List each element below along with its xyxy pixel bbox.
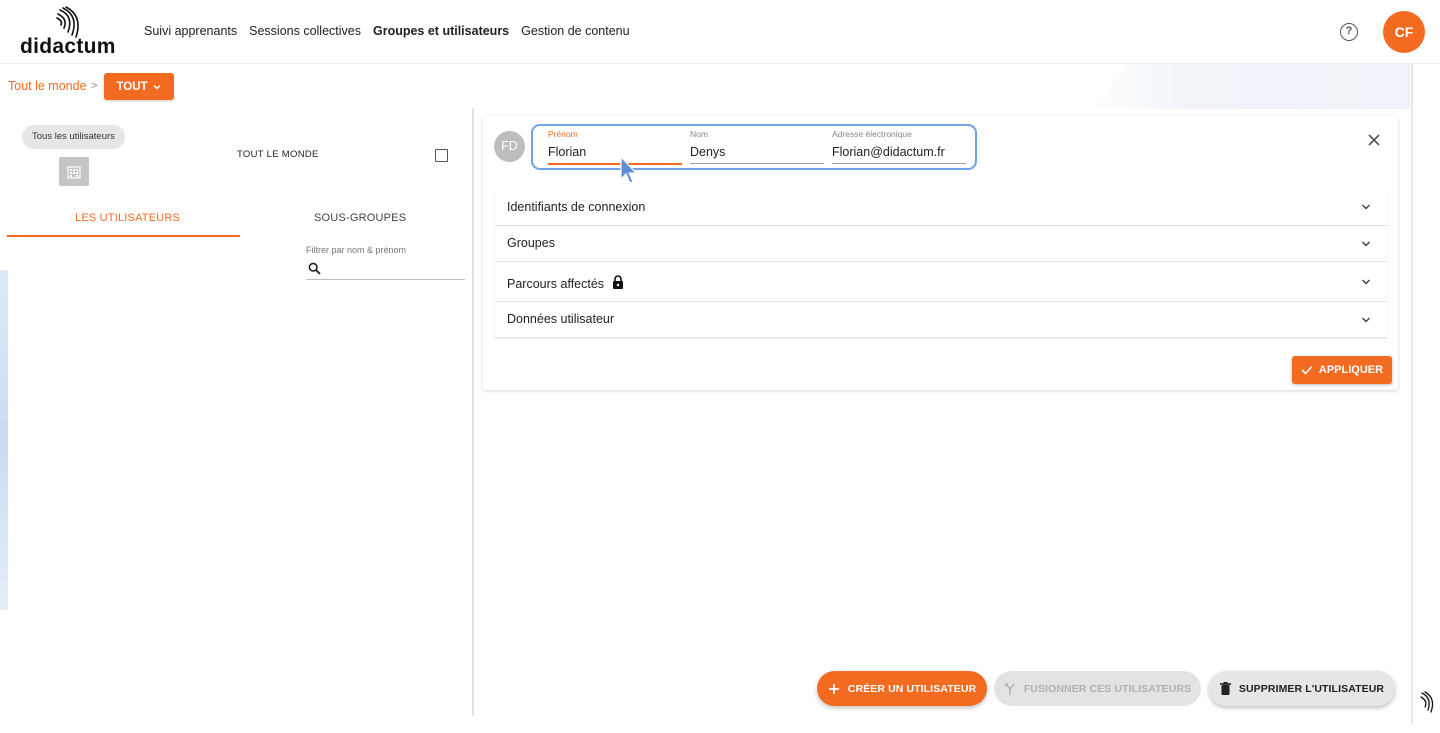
logo-text[interactable]: didactum	[20, 35, 116, 59]
fields-highlight-box	[531, 124, 977, 170]
group-select-checkbox[interactable]	[435, 149, 448, 162]
apply-label: APPLIQUER	[1318, 364, 1384, 376]
section-label: Groupes	[507, 236, 555, 250]
merge-users-label: FUSIONNER CES UTILISATEURS	[1023, 682, 1192, 695]
didactum-corner-logo-icon	[1420, 691, 1434, 713]
group-dropdown-button[interactable]: TOUT	[104, 73, 174, 100]
trash-icon	[1219, 682, 1231, 695]
filter-label: Filtrer par nom & prénom	[306, 245, 407, 255]
nav-sessions-collectives[interactable]: Sessions collectives	[249, 24, 361, 38]
mouse-cursor-icon	[620, 155, 638, 184]
help-icon[interactable]: ?	[1340, 23, 1358, 41]
main-nav: Suivi apprenants Sessions collectives Gr…	[144, 24, 630, 38]
chevron-down-icon	[1361, 278, 1371, 285]
section-assigned-paths[interactable]: Parcours affectés	[495, 262, 1387, 302]
tab-active-indicator	[7, 235, 240, 237]
section-label: Données utilisateur	[507, 312, 615, 326]
section-label: Identifiants de connexion	[507, 200, 646, 214]
breadcrumb-separator: >	[91, 80, 98, 92]
create-user-label: CRÉER UN UTILISATEUR	[847, 682, 977, 695]
panel-divider[interactable]	[472, 108, 474, 716]
user-avatar-card: FD	[494, 131, 525, 162]
section-label: Parcours affectés	[507, 277, 605, 291]
nav-suivi-apprenants[interactable]: Suivi apprenants	[144, 24, 237, 38]
breadcrumb-root[interactable]: Tout le monde	[8, 79, 87, 93]
close-icon[interactable]	[1367, 133, 1381, 147]
lock-icon	[612, 275, 623, 289]
apply-button[interactable]: APPLIQUER	[1292, 356, 1392, 384]
building-icon	[59, 157, 89, 186]
tab-subgroups[interactable]: SOUS-GROUPES	[314, 212, 406, 224]
background-decoration-left	[0, 270, 8, 610]
chevron-down-icon	[1361, 204, 1371, 210]
background-decoration	[1090, 64, 1410, 109]
chevron-down-icon	[153, 84, 161, 90]
delete-user-label: SUPPRIMER L'UTILISATEUR	[1238, 682, 1385, 695]
chevron-down-icon	[1361, 240, 1371, 247]
section-login-credentials[interactable]: Identifiants de connexion	[495, 189, 1387, 226]
scrollbar[interactable]	[1411, 64, 1413, 724]
all-users-chip[interactable]: Tous les utilisateurs	[22, 125, 125, 149]
group-name: TOUT LE MONDE	[237, 149, 319, 160]
delete-user-button[interactable]: SUPPRIMER L'UTILISATEUR	[1209, 671, 1395, 706]
plus-icon	[828, 683, 839, 694]
merge-icon	[1004, 682, 1015, 695]
chevron-down-icon	[1361, 316, 1371, 323]
filter-input[interactable]	[306, 258, 465, 280]
section-user-data[interactable]: Données utilisateur	[495, 302, 1387, 338]
merge-users-button[interactable]: FUSIONNER CES UTILISATEURS	[994, 671, 1201, 706]
nav-groupes-utilisateurs[interactable]: Groupes et utilisateurs	[373, 24, 509, 38]
nav-gestion-contenu[interactable]: Gestion de contenu	[521, 24, 629, 38]
section-groups[interactable]: Groupes	[495, 226, 1387, 262]
group-dropdown-label: TOUT	[116, 80, 148, 93]
tab-users[interactable]: LES UTILISATEURS	[75, 212, 180, 224]
search-icon	[308, 262, 321, 275]
create-user-button[interactable]: CRÉER UN UTILISATEUR	[817, 671, 987, 706]
check-icon	[1301, 365, 1313, 375]
user-avatar[interactable]: CF	[1383, 11, 1425, 53]
